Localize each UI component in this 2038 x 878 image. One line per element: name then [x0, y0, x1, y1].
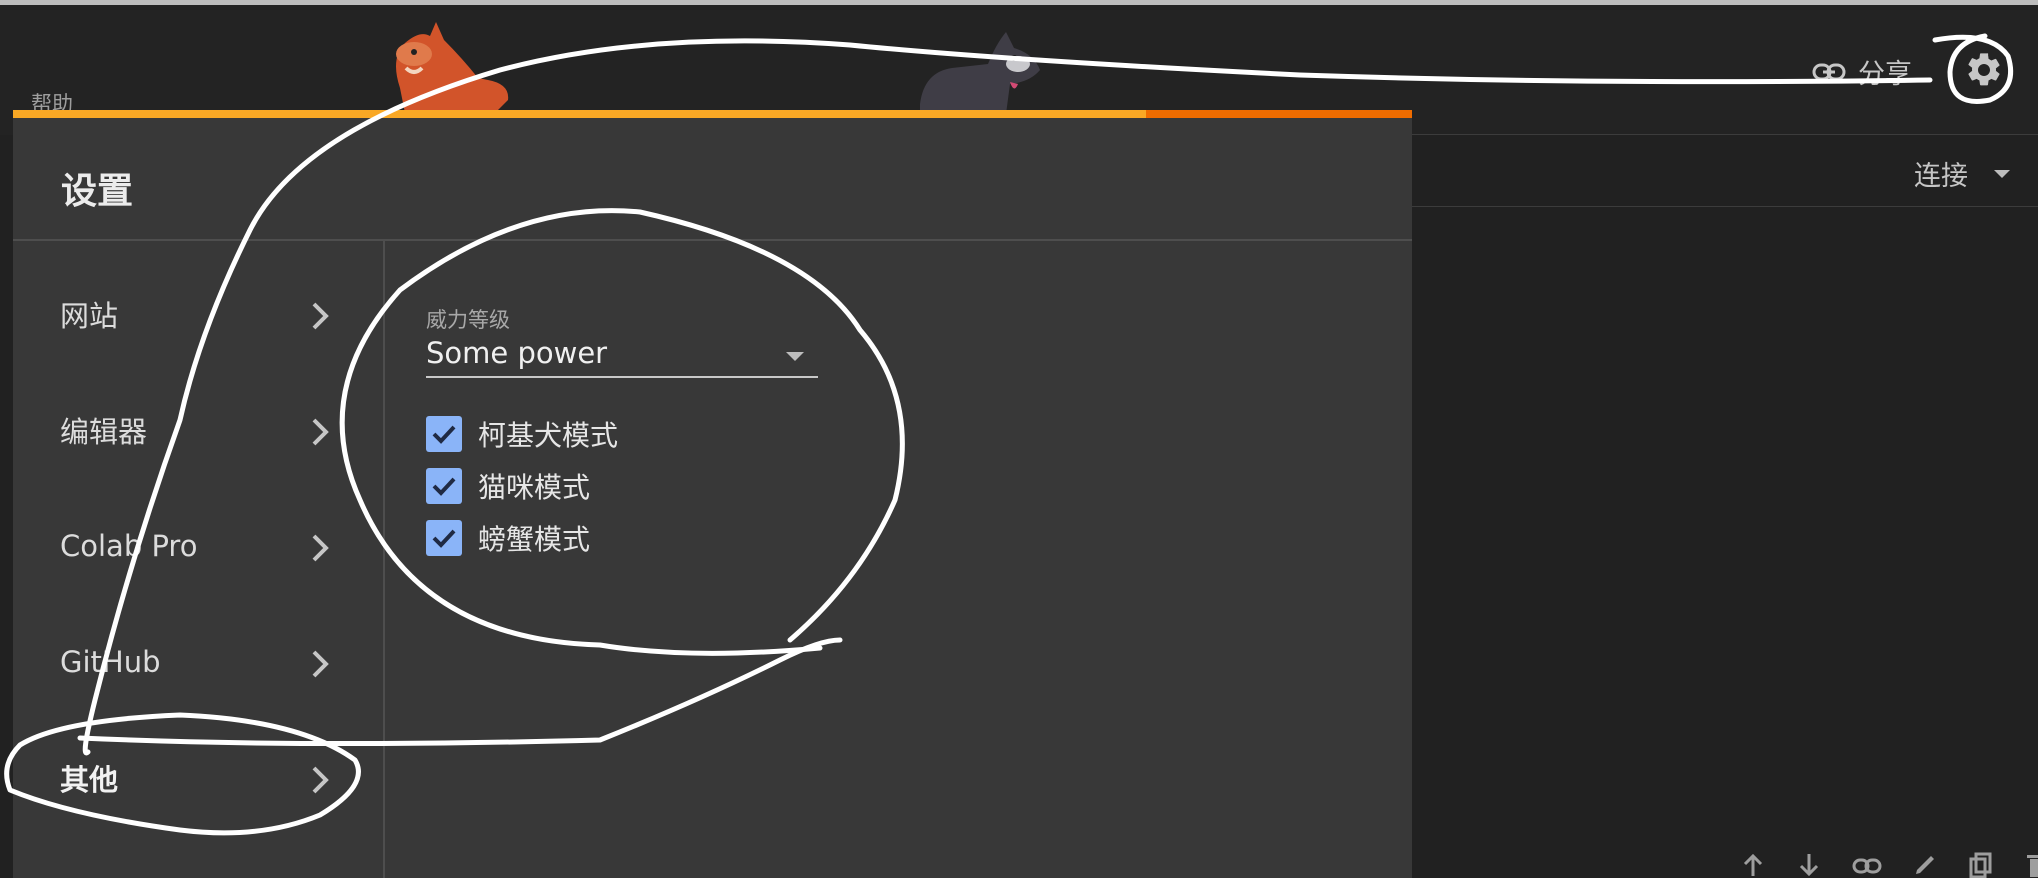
nav-item-label: 编辑器	[60, 415, 148, 449]
link-icon	[1812, 63, 1846, 80]
checkbox-label: 螃蟹模式	[478, 523, 591, 556]
chevron-right-icon	[312, 650, 329, 678]
power-level-select[interactable]: Some power	[426, 332, 818, 378]
checkbox[interactable]	[426, 416, 462, 452]
cell-toolbar	[1740, 852, 2038, 878]
chevron-right-icon	[312, 302, 329, 330]
share-label: 分享	[1858, 59, 1912, 90]
check-icon	[432, 425, 456, 444]
connect-button[interactable]: 连接	[1914, 154, 2010, 193]
chevron-right-icon	[312, 534, 329, 562]
power-level-label: 威力等级	[426, 308, 510, 332]
nav-item-label: 网站	[60, 299, 119, 333]
nav-item-github[interactable]: GitHub	[13, 622, 383, 702]
check-icon	[432, 477, 456, 496]
nav-item-editor[interactable]: 编辑器	[13, 390, 383, 470]
connect-label: 连接	[1914, 161, 1968, 192]
arrow-down-icon[interactable]	[1796, 852, 1822, 878]
toolbar-divider	[1412, 134, 2038, 135]
chevron-right-icon	[312, 418, 329, 446]
corgi-mascot	[396, 22, 509, 113]
checkbox[interactable]	[426, 520, 462, 556]
dog-mascot	[920, 32, 1040, 114]
dialog-side-divider	[383, 241, 385, 878]
checkbox[interactable]	[426, 468, 462, 504]
dialog-header-divider	[13, 239, 1412, 241]
arrow-up-icon[interactable]	[1740, 852, 1766, 878]
dialog-accent-bar	[13, 110, 1412, 118]
copy-icon[interactable]	[1968, 852, 1994, 878]
settings-dialog: 设置 网站 编辑器 Colab Pro GitHub 其他 威力等级 Some …	[13, 110, 1412, 878]
nav-item-colab-pro[interactable]: Colab Pro	[13, 506, 383, 586]
nav-item-website[interactable]: 网站	[13, 274, 383, 354]
nav-item-label: 其他	[60, 763, 119, 797]
chevron-down-icon	[1994, 169, 2010, 178]
trash-icon[interactable]	[2024, 852, 2038, 878]
dialog-title: 设置	[61, 171, 134, 212]
link-icon[interactable]	[1852, 852, 1882, 878]
checkbox-cat-mode[interactable]: 猫咪模式	[426, 466, 590, 506]
gear-icon[interactable]	[1964, 50, 2004, 90]
power-level-value: Some power	[426, 336, 608, 370]
checkbox-label: 猫咪模式	[478, 471, 591, 504]
chevron-down-icon	[786, 352, 804, 361]
checkbox-label: 柯基犬模式	[478, 419, 619, 452]
nav-item-label: Colab Pro	[60, 529, 198, 563]
share-button[interactable]: 分享	[1812, 52, 1912, 91]
nav-item-other[interactable]: 其他	[13, 738, 383, 818]
toolbar-divider-bottom	[1412, 206, 2038, 207]
checkbox-corgi-mode[interactable]: 柯基犬模式	[426, 414, 618, 454]
pencil-icon[interactable]	[1912, 852, 1938, 878]
nav-item-label: GitHub	[60, 645, 161, 679]
chevron-right-icon	[312, 766, 329, 794]
checkbox-crab-mode[interactable]: 螃蟹模式	[426, 518, 590, 558]
check-icon	[432, 529, 456, 548]
